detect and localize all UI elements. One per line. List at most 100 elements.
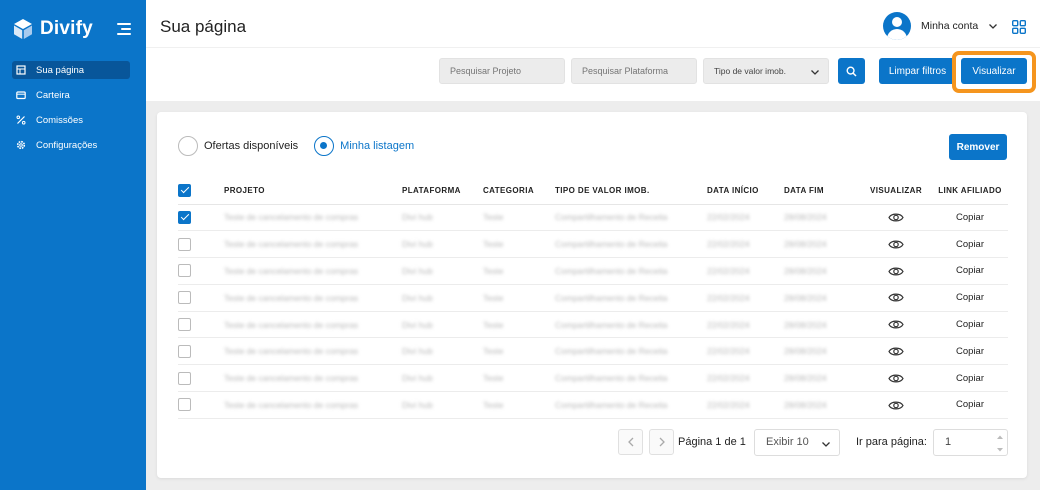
page-size-selected: Exibir 10 bbox=[766, 436, 809, 448]
brand[interactable]: Divify bbox=[12, 18, 93, 40]
cell-tipo-valor: Compartilhamento de Receita bbox=[555, 337, 707, 366]
remove-button[interactable]: Remover bbox=[949, 134, 1007, 160]
row-checkbox[interactable] bbox=[178, 318, 191, 332]
row-checkbox[interactable] bbox=[178, 264, 191, 278]
cell-visualizar bbox=[860, 337, 932, 366]
cell-tipo-valor: Compartilhamento de Receita bbox=[555, 230, 707, 259]
row-checkbox[interactable] bbox=[178, 291, 191, 305]
copy-link-button[interactable]: Copiar bbox=[956, 212, 984, 223]
eye-icon[interactable] bbox=[888, 319, 904, 330]
cell-categoria: Teste bbox=[483, 284, 555, 312]
cell-data-fim: 28/08/2024 bbox=[784, 391, 860, 419]
column-header: VISUALIZAR bbox=[860, 177, 932, 205]
eye-icon[interactable] bbox=[888, 239, 904, 250]
row-checkbox[interactable] bbox=[178, 398, 191, 412]
value-type-select[interactable]: Tipo de valor imob. bbox=[703, 58, 829, 84]
cell-visualizar bbox=[860, 364, 932, 393]
sidebar-item-sua-pagina[interactable]: Sua página bbox=[12, 61, 130, 79]
cell-data-fim: 28/08/2024 bbox=[784, 230, 860, 259]
cell-link-afiliado: Copiar bbox=[932, 204, 1008, 232]
radio-button[interactable] bbox=[314, 136, 335, 156]
clear-filters-button[interactable]: Limpar filtros bbox=[879, 58, 956, 84]
goto-page-input[interactable]: 1 bbox=[933, 429, 1008, 456]
row-select-cell bbox=[178, 284, 224, 312]
eye-icon[interactable] bbox=[888, 266, 904, 277]
menu-toggle-icon[interactable] bbox=[117, 23, 131, 35]
cell-plataforma: Divi hub bbox=[402, 391, 483, 419]
eye-icon[interactable] bbox=[888, 292, 904, 303]
cell-categoria: Teste bbox=[483, 230, 555, 259]
cell-link-afiliado: Copiar bbox=[932, 257, 1008, 285]
eye-icon[interactable] bbox=[888, 400, 904, 411]
cell-link-afiliado: Copiar bbox=[932, 391, 1008, 419]
copy-link-button[interactable]: Copiar bbox=[956, 292, 984, 303]
prev-page-button[interactable] bbox=[618, 429, 643, 455]
account-menu[interactable]: Minha conta bbox=[883, 12, 998, 40]
eye-icon[interactable] bbox=[888, 346, 904, 357]
cell-link-afiliado: Copiar bbox=[932, 364, 1008, 393]
cell-projeto: Teste de cancelamento de compras bbox=[224, 257, 402, 285]
row-checkbox[interactable] bbox=[178, 237, 191, 251]
eye-icon[interactable] bbox=[888, 373, 904, 384]
cell-visualizar bbox=[860, 257, 932, 285]
row-checkbox[interactable] bbox=[178, 344, 191, 358]
radio-ofertas-disponiveis[interactable]: Ofertas disponíveis bbox=[178, 136, 298, 156]
copy-link-button[interactable]: Copiar bbox=[956, 373, 984, 384]
value-type-selected: Tipo de valor imob. bbox=[714, 66, 786, 76]
logo-icon bbox=[14, 19, 32, 39]
table-row: Teste de cancelamento de compras Divi hub… bbox=[178, 391, 1008, 419]
goto-page-value: 1 bbox=[945, 436, 952, 448]
cell-visualizar bbox=[860, 204, 932, 232]
next-page-button[interactable] bbox=[649, 429, 674, 455]
search-platform-input[interactable] bbox=[571, 58, 697, 84]
avatar bbox=[883, 12, 911, 40]
row-select-cell bbox=[178, 204, 224, 232]
sidebar-item-label: Configurações bbox=[36, 139, 98, 151]
copy-link-button[interactable]: Copiar bbox=[956, 346, 984, 357]
row-checkbox[interactable] bbox=[178, 371, 191, 385]
cell-tipo-valor: Compartilhamento de Receita bbox=[555, 284, 707, 312]
cell-categoria: Teste bbox=[483, 337, 555, 366]
cell-data-inicio: 22/02/2024 bbox=[707, 284, 784, 312]
sidebar-item-carteira[interactable]: Carteira bbox=[12, 86, 130, 104]
column-header: PROJETO bbox=[224, 177, 402, 205]
select-all-checkbox[interactable] bbox=[178, 183, 191, 197]
cell-categoria: Teste bbox=[483, 204, 555, 232]
sidebar-item-configuracoes[interactable]: Configurações bbox=[12, 136, 130, 154]
row-checkbox[interactable] bbox=[178, 210, 191, 224]
page-icon bbox=[16, 65, 26, 75]
listing-mode-toggle: Ofertas disponíveis Minha listagem bbox=[178, 136, 430, 156]
eye-icon[interactable] bbox=[888, 212, 904, 223]
cell-data-fim: 28/08/2024 bbox=[784, 284, 860, 312]
cell-tipo-valor: Compartilhamento de Receita bbox=[555, 204, 707, 232]
copy-link-button[interactable]: Copiar bbox=[956, 399, 984, 410]
cell-link-afiliado: Copiar bbox=[932, 230, 1008, 259]
page-size-select[interactable]: Exibir 10 bbox=[754, 429, 840, 456]
sidebar-item-label: Carteira bbox=[36, 89, 70, 101]
cell-plataforma: Divi hub bbox=[402, 230, 483, 259]
view-button[interactable]: Visualizar bbox=[961, 58, 1027, 84]
table-row: Teste de cancelamento de compras Divi hub… bbox=[178, 311, 1008, 339]
search-button[interactable] bbox=[838, 58, 865, 84]
row-select-cell bbox=[178, 391, 224, 419]
cell-projeto: Teste de cancelamento de compras bbox=[224, 230, 402, 259]
column-header: CATEGORIA bbox=[483, 177, 555, 205]
cell-visualizar bbox=[860, 311, 932, 339]
sidebar-item-comissoes[interactable]: Comissões bbox=[12, 111, 130, 129]
spin-up-icon[interactable] bbox=[996, 433, 1004, 442]
copy-link-button[interactable]: Copiar bbox=[956, 239, 984, 250]
spin-down-icon[interactable] bbox=[996, 445, 1004, 454]
grid-icon[interactable] bbox=[1012, 20, 1026, 34]
sidebar-item-label: Comissões bbox=[36, 114, 83, 126]
cell-data-fim: 28/08/2024 bbox=[784, 311, 860, 339]
table-row: Teste de cancelamento de compras Divi hub… bbox=[178, 204, 1008, 232]
search-project-input[interactable] bbox=[439, 58, 565, 84]
cell-data-fim: 28/08/2024 bbox=[784, 364, 860, 393]
radio-button[interactable] bbox=[178, 136, 198, 156]
column-header: PLATAFORMA bbox=[402, 177, 483, 205]
column-header: DATA FIM bbox=[784, 177, 860, 205]
radio-minha-listagem[interactable]: Minha listagem bbox=[314, 136, 414, 156]
cell-link-afiliado: Copiar bbox=[932, 337, 1008, 366]
copy-link-button[interactable]: Copiar bbox=[956, 319, 984, 330]
copy-link-button[interactable]: Copiar bbox=[956, 265, 984, 276]
